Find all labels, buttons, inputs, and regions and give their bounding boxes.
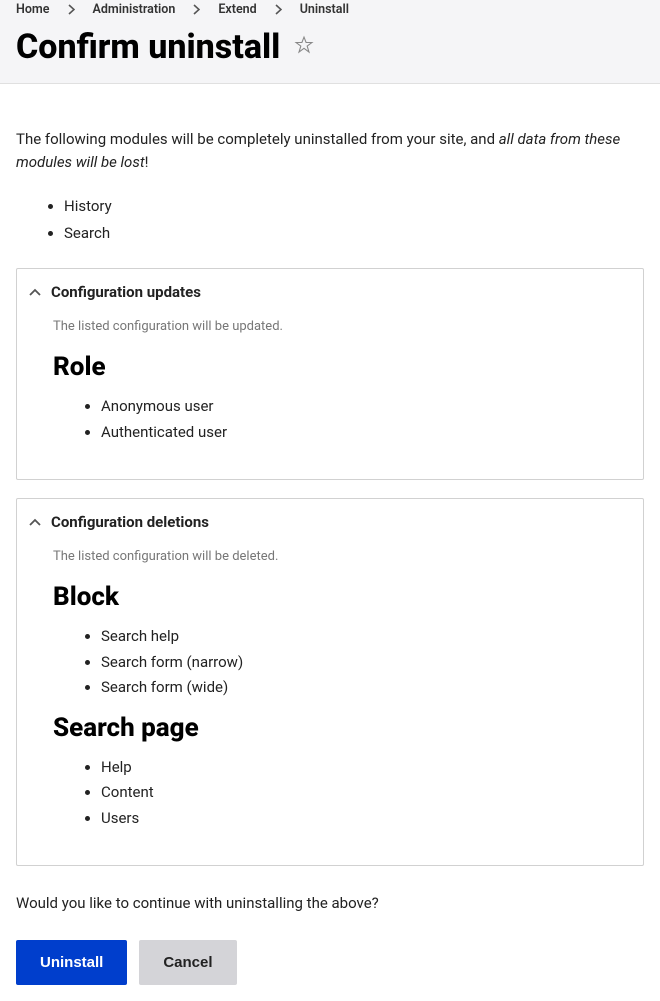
panel-body-updates: The listed configuration will be updated… <box>17 315 643 479</box>
list-item: Search <box>64 220 644 248</box>
breadcrumb-uninstall[interactable]: Uninstall <box>300 2 349 17</box>
panel-config-updates: Configuration updates The listed configu… <box>16 268 644 480</box>
list-item: Search help <box>101 624 607 650</box>
item-list-role: Anonymous user Authenticated user <box>53 394 607 445</box>
intro-pre: The following modules will be completely… <box>16 130 499 148</box>
button-row: Uninstall Cancel <box>16 940 644 985</box>
intro-post: ! <box>145 153 149 171</box>
list-item: Search form (narrow) <box>101 650 607 676</box>
section-heading-role: Role <box>53 352 607 382</box>
chevron-right-icon <box>68 4 75 15</box>
chevron-up-icon <box>29 518 41 526</box>
breadcrumb-administration[interactable]: Administration <box>93 2 176 17</box>
main-content: The following modules will be completely… <box>0 84 660 1001</box>
chevron-right-icon <box>275 4 282 15</box>
star-icon[interactable] <box>294 35 314 59</box>
panel-config-deletions: Configuration deletions The listed confi… <box>16 498 644 866</box>
title-row: Confirm uninstall <box>16 27 644 67</box>
list-item: Users <box>101 806 607 832</box>
panel-header-updates[interactable]: Configuration updates <box>17 269 643 315</box>
panel-title-updates: Configuration updates <box>51 283 201 301</box>
breadcrumb: Home Administration Extend Uninstall <box>16 0 644 27</box>
breadcrumb-home[interactable]: Home <box>16 2 50 17</box>
page-title: Confirm uninstall <box>16 27 280 67</box>
list-item: Help <box>101 755 607 781</box>
uninstall-button[interactable]: Uninstall <box>16 940 127 985</box>
list-item: Content <box>101 780 607 806</box>
list-item: Anonymous user <box>101 394 607 420</box>
list-item: Search form (wide) <box>101 675 607 701</box>
panel-desc-deletions: The listed configuration will be deleted… <box>53 549 607 564</box>
intro-text: The following modules will be completely… <box>16 128 644 175</box>
chevron-right-icon <box>193 4 200 15</box>
module-list: History Search <box>16 193 644 249</box>
breadcrumb-extend[interactable]: Extend <box>218 2 256 17</box>
item-list-search-page: Help Content Users <box>53 755 607 832</box>
panel-desc-updates: The listed configuration will be updated… <box>53 319 607 334</box>
list-item: History <box>64 193 644 221</box>
chevron-up-icon <box>29 288 41 296</box>
panel-body-deletions: The listed configuration will be deleted… <box>17 545 643 865</box>
item-list-block: Search help Search form (narrow) Search … <box>53 624 607 701</box>
page-header: Home Administration Extend Uninstall Con… <box>0 0 660 84</box>
section-heading-search-page: Search page <box>53 713 607 743</box>
panel-title-deletions: Configuration deletions <box>51 513 209 531</box>
cancel-button[interactable]: Cancel <box>139 940 236 985</box>
panel-header-deletions[interactable]: Configuration deletions <box>17 499 643 545</box>
list-item: Authenticated user <box>101 420 607 446</box>
section-heading-block: Block <box>53 582 607 612</box>
confirm-text: Would you like to continue with uninstal… <box>16 894 644 912</box>
